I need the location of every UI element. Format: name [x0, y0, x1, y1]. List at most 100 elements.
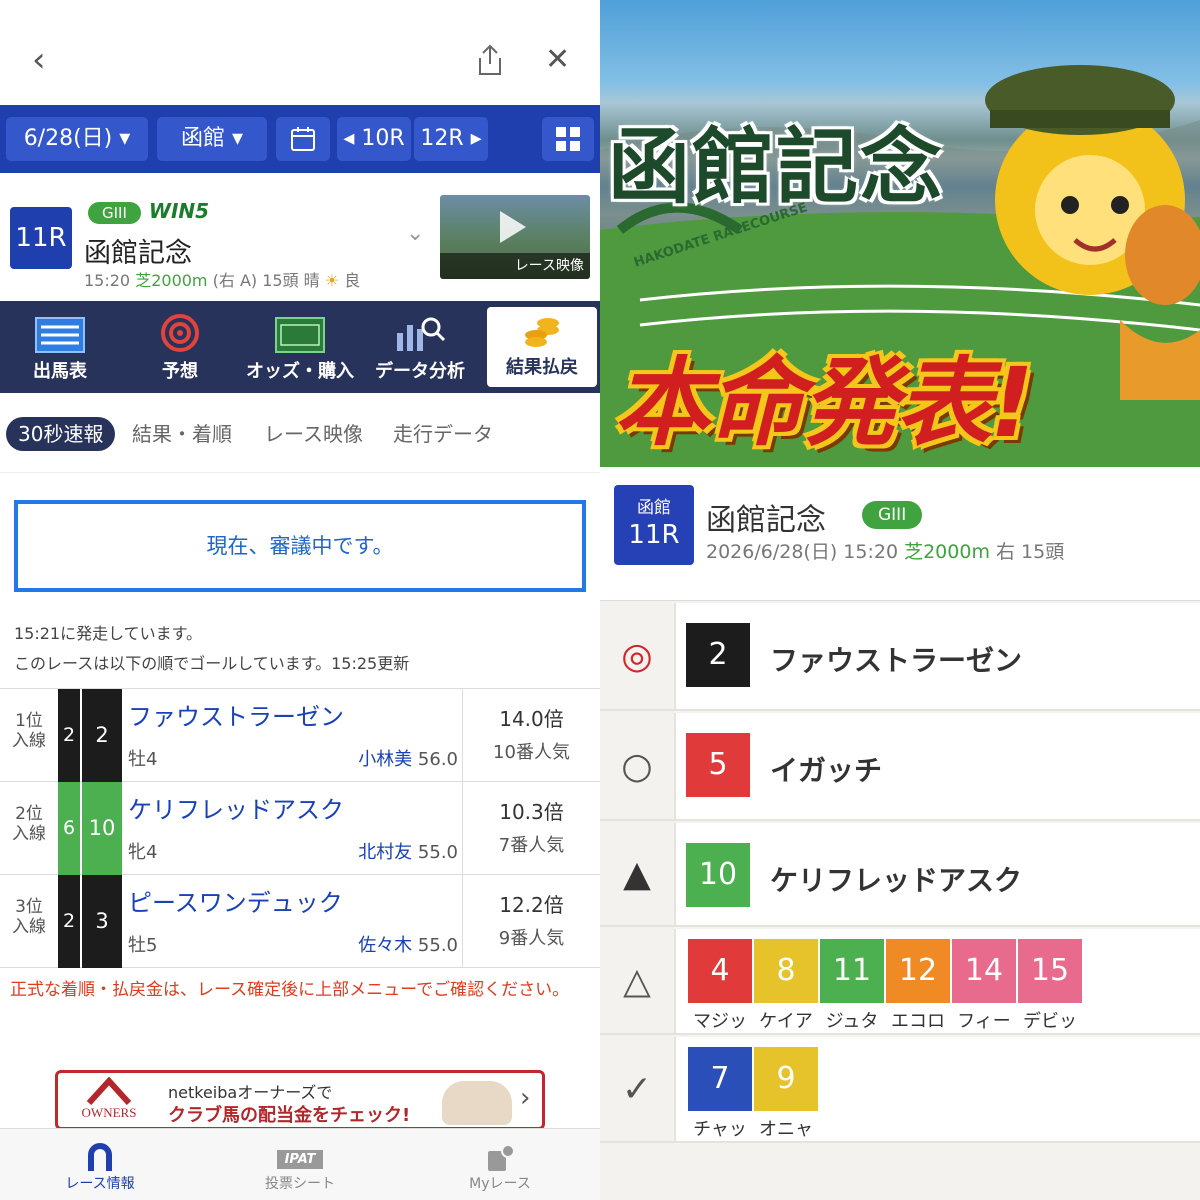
menu-odds-purchase[interactable]: オッズ・購入	[240, 301, 360, 393]
chip-horse[interactable]: 15 デビッ	[1018, 939, 1082, 1033]
date-label: 6/28(日)	[23, 126, 113, 151]
play-icon	[500, 211, 526, 243]
ipat-icon-text: IPAT	[276, 1150, 324, 1169]
menu-prediction[interactable]: 予想	[120, 301, 240, 393]
prediction-row-renka: △ 4 マジッ 8 ケイア 11 ジュタ 12 エコロ 14 フィー 15 デビッ	[600, 929, 1200, 1035]
nav-vote-sheet[interactable]: IPAT 投票シート	[200, 1129, 400, 1200]
chip-label: オニャ	[759, 1119, 813, 1140]
chip-label: マジッ	[693, 1011, 747, 1032]
chip-number: 11	[820, 939, 884, 1003]
next-race-button[interactable]: 12R ▸	[414, 117, 488, 161]
prediction-row-check: ✓ 7 チャッ 9 オニャ	[600, 1037, 1200, 1143]
menu-data-analysis[interactable]: データ分析	[360, 301, 480, 393]
tab-running-data[interactable]: 走行データ	[393, 417, 493, 451]
win5-badge: WIN5	[148, 199, 210, 223]
odds-cell: 10.3倍 7番人気	[462, 782, 600, 875]
waku-number: 2	[58, 875, 80, 968]
carried-weight: 55.0	[417, 935, 458, 956]
jockey-weight: 小林美 56.0	[290, 745, 458, 771]
chip-horse[interactable]: 4 マジッ	[688, 939, 752, 1033]
tab-race-video[interactable]: レース映像	[264, 417, 363, 451]
race-number: 11R	[628, 520, 680, 550]
table-row[interactable]: 3位 入線 2 3 ピースワンデュック 牡5 佐々木 55.0 12.2倍 9番人気	[0, 875, 600, 968]
menu-results-payout[interactable]: 結果払戻	[487, 307, 597, 387]
chip-number: 14	[952, 939, 1016, 1003]
nav-my-race[interactable]: Myレース	[400, 1129, 600, 1200]
tab-30sec-flash[interactable]: 30秒速報	[6, 417, 116, 451]
prediction-row-taikou: ○ 5 イガッチ	[600, 713, 1200, 821]
horse-name[interactable]: ケリフレッドアスク	[770, 859, 1022, 899]
date-dropdown[interactable]: 6/28(日) ▾	[6, 117, 148, 161]
prediction-race-info: 函館 11R 函館記念 GIII 2026/6/28(日) 15:20 芝200…	[600, 467, 1200, 601]
menu-odds-purchase-label: オッズ・購入	[246, 361, 354, 382]
start-info: 15:21に発走しています。	[14, 624, 203, 643]
horse-name[interactable]: ファウストラーゼン	[770, 639, 1022, 679]
chip-number: 12	[886, 939, 950, 1003]
popularity: 9番人気	[498, 928, 565, 949]
triangle-mark: ▲	[600, 823, 676, 925]
grade-badge: GIII	[88, 202, 141, 224]
grid-menu-icon[interactable]	[542, 117, 594, 161]
coins-icon	[487, 307, 597, 353]
menu-entries[interactable]: 出馬表	[0, 301, 120, 393]
table-row[interactable]: 2位 入線 6 10 ケリフレッドアスク 牝4 北村友 55.0 10.3倍 7番人…	[0, 782, 600, 875]
menu-entries-label: 出馬表	[33, 361, 87, 382]
chevron-left-icon[interactable]: ‹	[32, 40, 46, 80]
odds-value: 10.3倍	[499, 800, 564, 824]
race-video-label: レース映像	[440, 253, 590, 279]
horse-name[interactable]: ケリフレッドアスク	[128, 790, 344, 825]
chevron-right-icon: ›	[520, 1083, 531, 1113]
tab-results-order[interactable]: 結果・着順	[132, 417, 232, 451]
horse-name[interactable]: ファウストラーゼン	[128, 697, 344, 732]
banner-line1: netkeibaオーナーズで	[168, 1083, 333, 1102]
owners-logo: OWNERS	[64, 1076, 154, 1127]
popularity: 7番人気	[498, 835, 565, 856]
jockey-name[interactable]: 小林美	[358, 749, 412, 770]
race-meta: 15:20 芝2000m (右 A) 15頭 晴 ☀ 良	[84, 267, 360, 291]
finish-position: 1位 入線	[6, 711, 52, 751]
menu-results-payout-label: 結果払戻	[506, 357, 578, 378]
jockey-name[interactable]: 佐々木	[358, 935, 412, 956]
race-video-thumbnail[interactable]: レース映像	[440, 195, 590, 279]
horse-name[interactable]: イガッチ	[770, 749, 882, 789]
race-datetime: 2026/6/28(日) 15:20	[706, 541, 899, 563]
horse-number: 2	[686, 623, 750, 687]
chip-label: ジュタ	[825, 1011, 879, 1032]
chip-horse[interactable]: 11 ジュタ	[820, 939, 884, 1033]
chip-horse[interactable]: 12 エコロ	[886, 939, 950, 1033]
position-status: 入線	[12, 824, 46, 844]
owners-banner[interactable]: OWNERS netkeibaオーナーズで クラブ馬の配当金をチェック! ›	[55, 1070, 545, 1130]
share-icon[interactable]	[476, 44, 504, 85]
prediction-row-honmei: ◎ 2 ファウストラーゼン	[600, 603, 1200, 711]
calendar-icon[interactable]	[276, 117, 330, 161]
table-row[interactable]: 1位 入線 2 2 ファウストラーゼン 牡4 小林美 56.0 14.0倍 10番人…	[0, 689, 600, 782]
race-header: 11R GIII WIN5 函館記念 15:20 芝2000m (右 A) 15頭…	[0, 173, 600, 301]
race-course: 芝2000m	[904, 541, 990, 563]
jockey-weight: 北村友 55.0	[290, 838, 458, 864]
odds-cell: 14.0倍 10番人気	[462, 689, 600, 782]
money-bag-icon	[442, 1081, 512, 1125]
chip-horse[interactable]: 14 フィー	[952, 939, 1016, 1033]
ipat-icon: IPAT	[200, 1129, 400, 1173]
open-triangle-mark: △	[600, 929, 676, 1033]
venue-dropdown[interactable]: 函館 ▾	[157, 117, 267, 161]
menu-data-analysis-label: データ分析	[375, 361, 465, 382]
chip-horse[interactable]: 7 チャッ	[688, 1047, 752, 1141]
race-time: 15:20	[84, 271, 131, 290]
close-icon[interactable]: ✕	[545, 40, 570, 80]
official-result-warning: 正式な着順・払戻金は、レース確定後に上部メニューでご確認ください。	[10, 980, 570, 1000]
bottom-navigation: レース情報 IPAT 投票シート Myレース	[0, 1128, 600, 1200]
chip-horse[interactable]: 9 オニャ	[754, 1047, 818, 1141]
horseshoe-icon	[0, 1129, 200, 1173]
jockey-name[interactable]: 北村友	[358, 842, 412, 863]
prev-race-button[interactable]: ◂ 10R	[337, 117, 411, 161]
nav-race-info[interactable]: レース情報	[0, 1129, 200, 1200]
odds-value: 14.0倍	[499, 707, 564, 731]
chevron-down-icon[interactable]: ⌄	[406, 221, 424, 246]
chip-label: エコロ	[891, 1011, 945, 1032]
chip-horse[interactable]: 8 ケイア	[754, 939, 818, 1033]
horse-name[interactable]: ピースワンデュック	[128, 883, 343, 918]
odds-cell: 12.2倍 9番人気	[462, 875, 600, 968]
nav-my-race-label: Myレース	[469, 1176, 531, 1192]
race-meta: 2026/6/28(日) 15:20 芝2000m 右 15頭	[706, 537, 1064, 564]
